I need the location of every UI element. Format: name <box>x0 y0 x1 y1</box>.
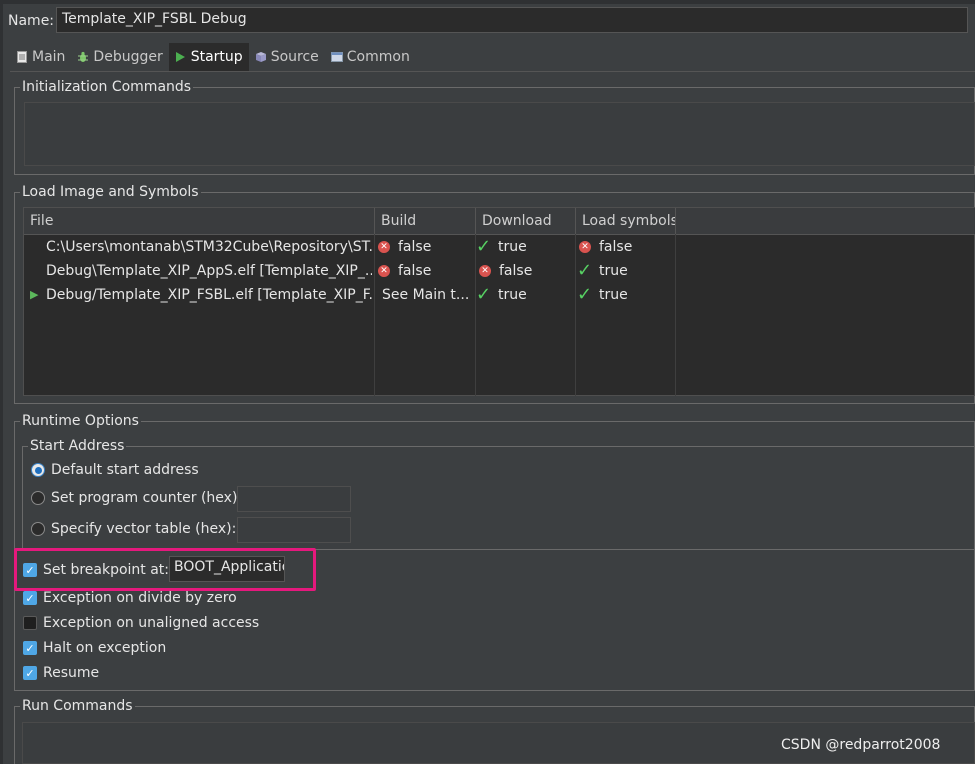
exception-divide-by-zero-checkbox[interactable]: ✓ Exception on divide by zero <box>23 590 237 606</box>
default-start-address-radio[interactable]: Default start address <box>31 462 199 478</box>
error-x-icon: ✕ <box>378 265 390 277</box>
checkbox-label: Set breakpoint at: <box>43 562 170 578</box>
vector-table-input[interactable] <box>237 517 351 543</box>
column-header-load-symbols[interactable]: Load symbols <box>576 208 676 234</box>
resume-checkbox[interactable]: ✓ Resume <box>23 665 99 681</box>
window-edge-top <box>0 0 975 4</box>
column-header-file[interactable]: File <box>24 208 375 234</box>
breakpoint-location-input[interactable]: BOOT_Applicatio <box>169 556 285 582</box>
checkbox-label: Resume <box>43 665 100 681</box>
error-x-icon: ✕ <box>579 241 591 253</box>
file-cell: Debug/Template_XIP_FSBL.elf [Template_XI… <box>46 287 372 303</box>
start-address-title: Start Address <box>28 438 127 454</box>
column-header-build[interactable]: Build <box>375 208 476 234</box>
checkmark-icon: ✓ <box>577 260 593 281</box>
tab-label: Debugger <box>93 49 163 65</box>
program-counter-input[interactable] <box>237 486 351 512</box>
exception-unaligned-access-checkbox[interactable]: Exception on unaligned access <box>23 615 259 631</box>
symbols-cell: false <box>599 239 633 255</box>
play-icon <box>175 50 187 64</box>
load-image-table: File Build Download Load symbols C:\User… <box>23 207 975 396</box>
configuration-name-input[interactable]: Template_XIP_FSBL Debug <box>56 7 968 33</box>
table-row[interactable]: ▶ Debug/Template_XIP_FSBL.elf [Template_… <box>24 283 975 307</box>
run-commands-title: Run Commands <box>20 698 135 714</box>
error-x-icon: ✕ <box>378 241 390 253</box>
radio-label: Default start address <box>51 462 199 478</box>
file-cell: Debug\Template_XIP_AppS.elf [Template_XI… <box>46 263 372 279</box>
common-icon <box>330 50 343 64</box>
download-cell: false <box>499 263 533 279</box>
active-row-arrow-icon: ▶ <box>30 288 39 301</box>
checkbox-label: Exception on divide by zero <box>43 590 237 606</box>
checkbox-checked-icon: ✓ <box>23 666 37 680</box>
checkbox-label: Exception on unaligned access <box>43 615 260 631</box>
download-cell: true <box>498 239 527 255</box>
watermark-text: CSDN @redparrot2008 <box>781 737 941 753</box>
symbols-cell: true <box>599 287 628 303</box>
checkmark-icon: ✓ <box>476 284 492 305</box>
checkmark-icon: ✓ <box>476 236 492 257</box>
source-icon <box>255 50 267 64</box>
window-edge-left <box>0 0 3 764</box>
radio-label: Specify vector table (hex): <box>51 521 237 537</box>
table-row[interactable]: C:\Users\montanab\STM32Cube\Repository\S… <box>24 235 975 259</box>
file-cell: C:\Users\montanab\STM32Cube\Repository\S… <box>46 239 372 255</box>
table-row[interactable]: Debug\Template_XIP_AppS.elf [Template_XI… <box>24 259 975 283</box>
set-breakpoint-checkbox[interactable]: ✓ Set breakpoint at: <box>23 562 169 578</box>
page-icon <box>16 50 28 64</box>
symbols-cell: true <box>599 263 628 279</box>
tab-common[interactable]: Common <box>325 43 416 71</box>
error-x-icon: ✕ <box>479 265 491 277</box>
checkbox-label: Halt on exception <box>43 640 167 656</box>
load-image-symbols-title: Load Image and Symbols <box>20 184 201 200</box>
tab-label: Startup <box>190 49 243 65</box>
row-marker <box>30 259 46 283</box>
tab-content-border <box>10 71 975 72</box>
tab-label: Common <box>346 49 410 65</box>
table-header: File Build Download Load symbols <box>24 208 975 235</box>
initialization-commands-textarea[interactable] <box>24 102 975 166</box>
tab-source[interactable]: Source <box>249 43 325 71</box>
radio-unselected-icon <box>31 522 45 536</box>
radio-label: Set program counter (hex): <box>51 490 243 506</box>
specify-vector-table-radio[interactable]: Specify vector table (hex): <box>31 521 236 537</box>
tab-label: Main <box>32 49 66 65</box>
bug-icon <box>77 50 89 64</box>
tab-debugger[interactable]: Debugger <box>71 43 168 71</box>
name-label: Name: <box>8 13 55 29</box>
build-cell: false <box>398 263 432 279</box>
checkmark-icon: ✓ <box>577 284 593 305</box>
set-program-counter-radio[interactable]: Set program counter (hex): <box>31 490 242 506</box>
tab-main[interactable]: Main <box>10 43 71 71</box>
runtime-options-title: Runtime Options <box>20 413 141 429</box>
checkbox-checked-icon: ✓ <box>23 563 37 577</box>
column-header-download[interactable]: Download <box>476 208 576 234</box>
radio-selected-icon <box>31 463 45 477</box>
tab-startup[interactable]: Startup <box>168 43 249 71</box>
checkbox-checked-icon: ✓ <box>23 591 37 605</box>
checkbox-unchecked-icon <box>23 616 37 630</box>
initialization-commands-title: Initialization Commands <box>20 79 194 95</box>
row-marker <box>30 235 46 259</box>
download-cell: true <box>498 287 527 303</box>
tab-label: Source <box>270 49 319 65</box>
checkbox-checked-icon: ✓ <box>23 641 37 655</box>
build-cell: false <box>398 239 432 255</box>
halt-on-exception-checkbox[interactable]: ✓ Halt on exception <box>23 640 166 656</box>
tab-bar: Main Debugger Startup Source Common <box>10 43 416 71</box>
build-cell: See Main t... <box>382 287 470 303</box>
radio-unselected-icon <box>31 491 45 505</box>
